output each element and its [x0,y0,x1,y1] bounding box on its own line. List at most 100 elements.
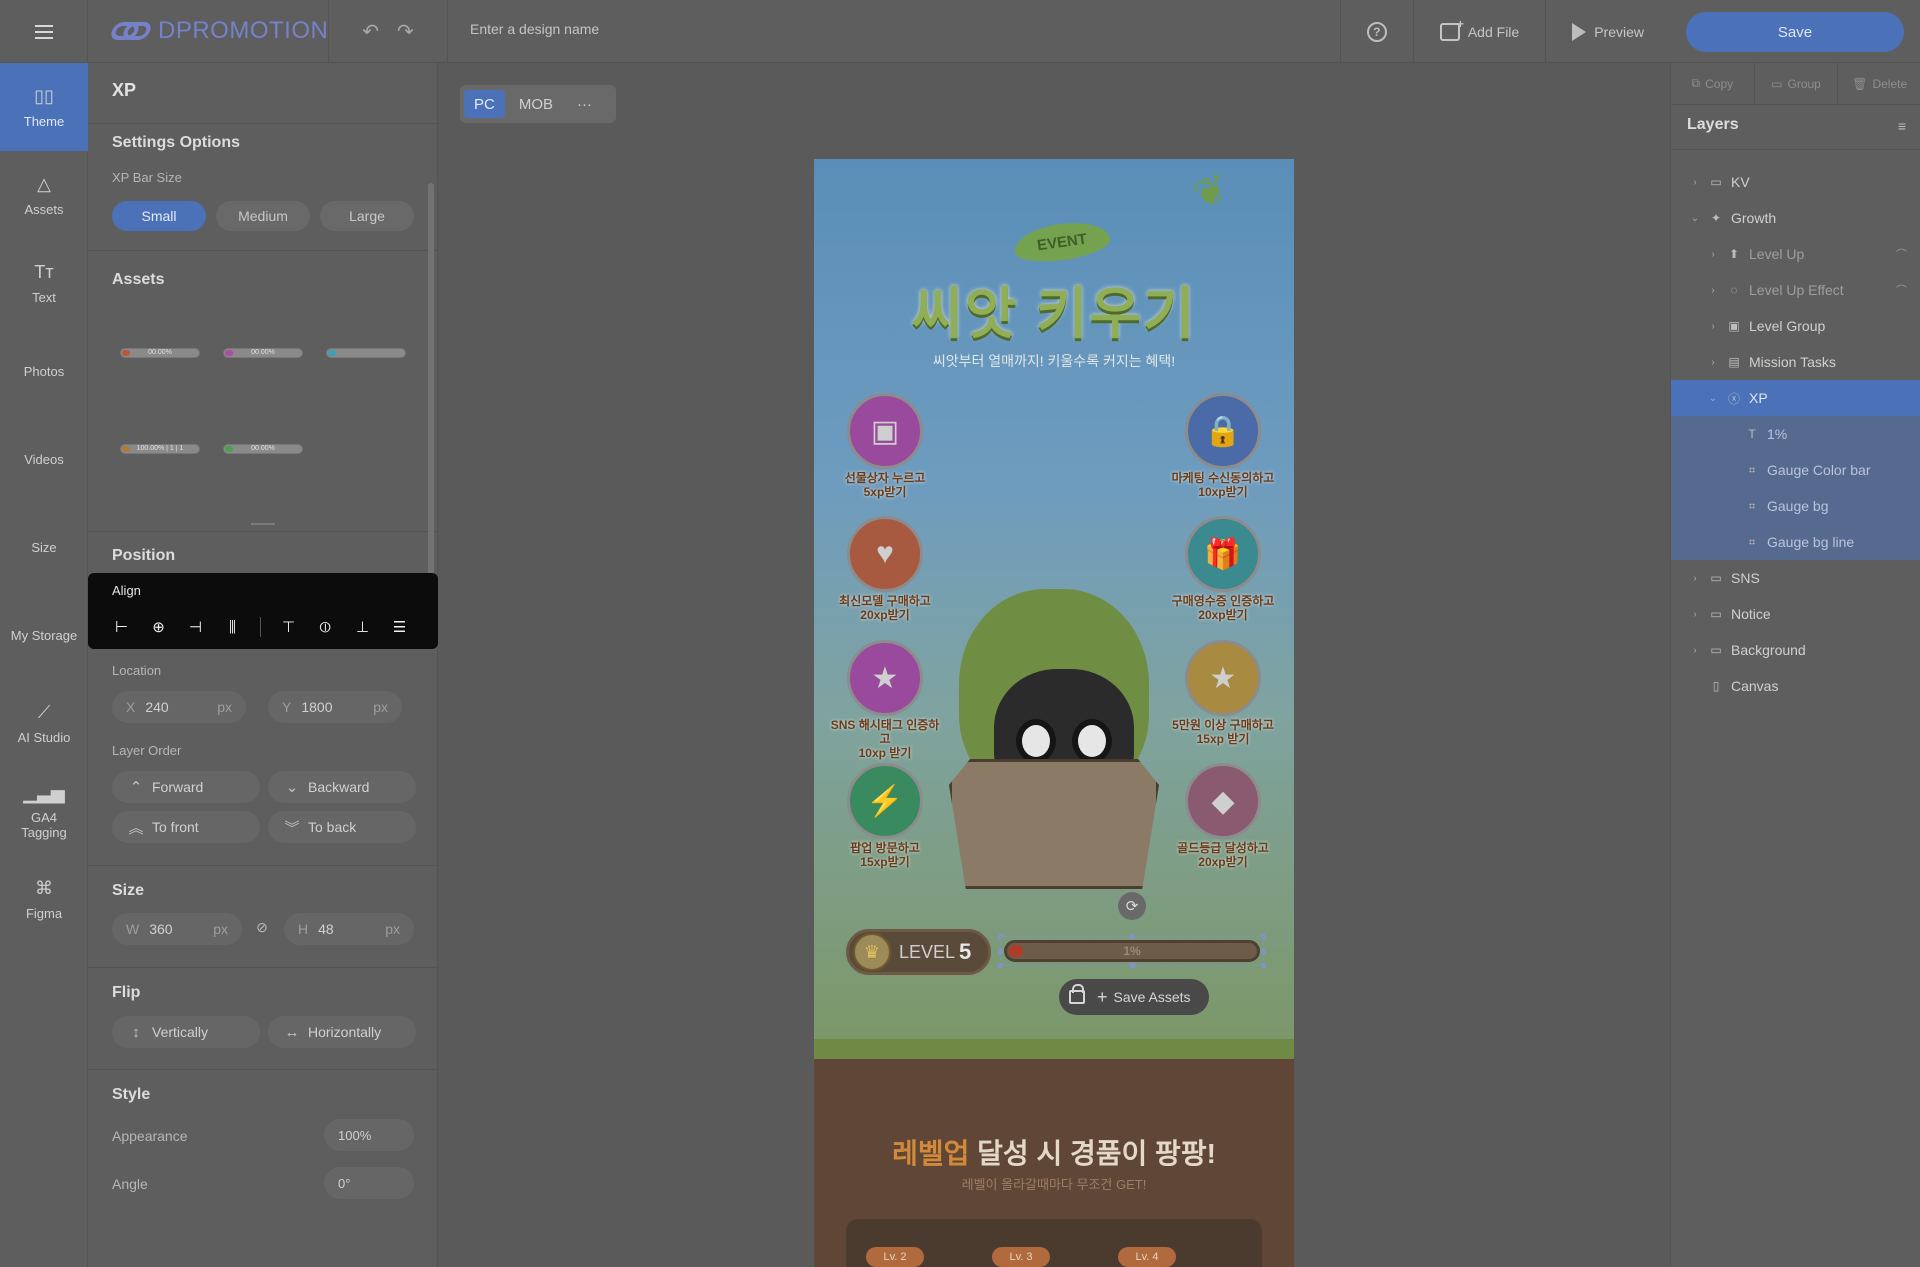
distribute-vertical-icon[interactable]: ☰ [390,618,409,636]
copy-button[interactable]: ⧉ Copy [1671,63,1755,104]
layer-row[interactable]: ⌄ ✦ Growth [1671,200,1920,236]
selection-box[interactable] [998,934,1266,968]
appearance-input[interactable]: 100% [324,1119,414,1151]
layer-row[interactable]: ▯ Canvas [1671,668,1920,704]
tab-mob[interactable]: MOB [509,90,563,118]
rotate-icon[interactable]: ⟳ [1118,892,1146,920]
rail-item-text[interactable]: Tт Text [0,239,88,327]
preview-button[interactable]: Preview [1545,0,1670,63]
resize-handle[interactable] [1261,934,1266,939]
menu-button[interactable] [0,0,88,63]
distribute-horizontal-icon[interactable]: ⫼ [223,618,242,636]
hidden-eye-icon[interactable]: ⌒ [1896,282,1907,298]
flip-vertical-button[interactable]: ↕ Vertically [112,1016,260,1048]
chevron-right-icon[interactable]: › [1689,645,1701,656]
align-right-icon[interactable]: ⊣ [186,618,205,636]
resize-handle[interactable] [998,934,1003,939]
rail-item-size[interactable]: Size [0,503,345,793]
save-button[interactable]: Save [1686,12,1904,52]
mission-item[interactable]: ⚡ 팝업 방문하고 15xp받기 [830,763,940,869]
rail-item-assets[interactable]: △ Assets [0,151,88,239]
layer-row[interactable]: › ▣ Level Group [1671,308,1920,344]
asset-thumb[interactable]: 00.00% [223,348,303,358]
chevron-right-icon[interactable]: › [1689,573,1701,584]
help-button[interactable]: ? [1339,0,1413,63]
align-center-vertical-icon[interactable]: ⦶ [316,618,335,636]
resize-handle[interactable] [998,963,1003,968]
link-off-icon[interactable]: ⊘ [252,919,272,939]
collapse-all-icon[interactable]: ≡ [1898,118,1906,134]
tab-pc[interactable]: PC [464,90,505,118]
mission-item[interactable]: 🔒 마케팅 수신동의하고 10xp받기 [1168,393,1278,499]
rail-item-videos[interactable]: Videos [0,415,345,793]
align-left-icon[interactable]: ⊢ [112,618,131,636]
forward-button[interactable]: ⌃ Forward [112,771,260,803]
layer-row[interactable]: › ▤ Mission Tasks [1671,344,1920,380]
layer-row[interactable]: ⌗ Gauge bg [1671,488,1920,524]
layer-row[interactable]: › ⬆ Level Up ⌒ [1671,236,1920,272]
layer-row[interactable]: › ▭ Notice [1671,596,1920,632]
chevron-right-icon[interactable]: › [1707,357,1719,368]
chevron-right-icon[interactable]: › [1707,249,1719,260]
chevron-down-icon[interactable]: ⌄ [1689,213,1701,224]
design-name-input[interactable]: Enter a design name [470,21,599,37]
layer-row[interactable]: ⌗ Gauge bg line [1671,524,1920,560]
width-input[interactable]: W 360 px [112,913,242,945]
backward-button[interactable]: ⌄ Backward [268,771,416,803]
size-small-button[interactable]: Small [112,201,206,231]
resize-handle[interactable] [998,949,1003,954]
resize-handle[interactable] [1130,963,1135,968]
delete-button[interactable]: 🗑 Delete [1838,63,1920,104]
align-bottom-icon[interactable]: ⊥ [353,618,372,636]
rail-item-ai-studio[interactable]: ⟋ AI Studio [0,679,88,767]
save-assets-button[interactable]: + Save Assets [1059,979,1209,1015]
undo-icon[interactable]: ↶ [362,19,379,44]
artboard[interactable]: ❦ EVENT 씨앗 키우기 씨앗부터 열매까지! 키울수록 커지는 혜택! ▣… [814,159,1294,1267]
layer-row[interactable]: › ▭ Background [1671,632,1920,668]
resize-grip[interactable] [251,523,275,525]
resize-handle[interactable] [1261,949,1266,954]
logo[interactable]: DPROMOTION [108,17,328,45]
chevron-right-icon[interactable]: › [1689,609,1701,620]
align-center-horizontal-icon[interactable]: ⊕ [149,618,168,636]
mission-item[interactable]: ◆ 골드등급 달성하고 20xp받기 [1168,763,1278,869]
layer-row[interactable]: › ▭ SNS [1671,560,1920,596]
y-input[interactable]: Y 1800 px [268,691,402,723]
mission-item[interactable]: ★ 5만원 이상 구매하고 15xp 받기 [1168,640,1278,746]
layer-row[interactable]: T 1% [1671,416,1920,452]
more-options-icon[interactable]: ··· [567,90,602,118]
mission-item[interactable]: 🎁 구매영수증 인증하고 20xp받기 [1168,516,1278,622]
resize-handle[interactable] [1130,934,1135,939]
mission-item[interactable]: ★ SNS 해시태그 인증하고 10xp 받기 [830,640,940,760]
level-badge[interactable]: ♛ LEVEL 5 [846,929,991,975]
chevron-right-icon[interactable]: › [1707,285,1719,296]
chevron-down-icon[interactable]: ⌄ [1707,393,1719,404]
layer-row[interactable]: › ▭ KV [1671,164,1920,200]
mission-item[interactable]: ♥ 최신모델 구매하고 20xp받기 [830,516,940,622]
asset-thumb[interactable]: 00.00% [120,348,200,358]
x-input[interactable]: X 240 px [112,691,246,723]
layer-row[interactable]: ⌗ Gauge Color bar [1671,452,1920,488]
to-front-button[interactable]: ︽ To front [112,811,260,843]
size-large-button[interactable]: Large [320,201,414,231]
hidden-eye-icon[interactable]: ⌒ [1896,246,1907,262]
add-file-button[interactable]: Add File [1412,0,1545,63]
size-medium-button[interactable]: Medium [216,201,310,231]
asset-thumb[interactable]: 100.00% | 1 | 1 [120,444,200,454]
resize-handle[interactable] [1261,963,1266,968]
rail-item-my-storage[interactable]: My Storage [0,591,345,793]
flip-horizontal-button[interactable]: ↔ Horizontally [268,1016,416,1048]
to-back-button[interactable]: ︾ To back [268,811,416,843]
chevron-right-icon[interactable]: › [1707,321,1719,332]
asset-thumb[interactable]: 00.00% [223,444,303,454]
layer-row[interactable]: › ◌ Level Up Effect ⌒ [1671,272,1920,308]
rail-item-ga4-tagging[interactable]: ▁▃▅ GA4 Tagging [0,767,88,855]
rail-item-theme[interactable]: ▯▯ Theme [0,63,88,151]
rail-item-figma[interactable]: ⌘ Figma [0,855,88,943]
height-input[interactable]: H 48 px [284,913,414,945]
layer-row[interactable]: ⌄ ⓧ XP [1671,380,1920,416]
rail-item-photos[interactable]: Photos [0,327,345,793]
angle-input[interactable]: 0° [324,1167,414,1199]
asset-thumb[interactable] [326,348,406,358]
redo-icon[interactable]: ↷ [397,19,414,44]
